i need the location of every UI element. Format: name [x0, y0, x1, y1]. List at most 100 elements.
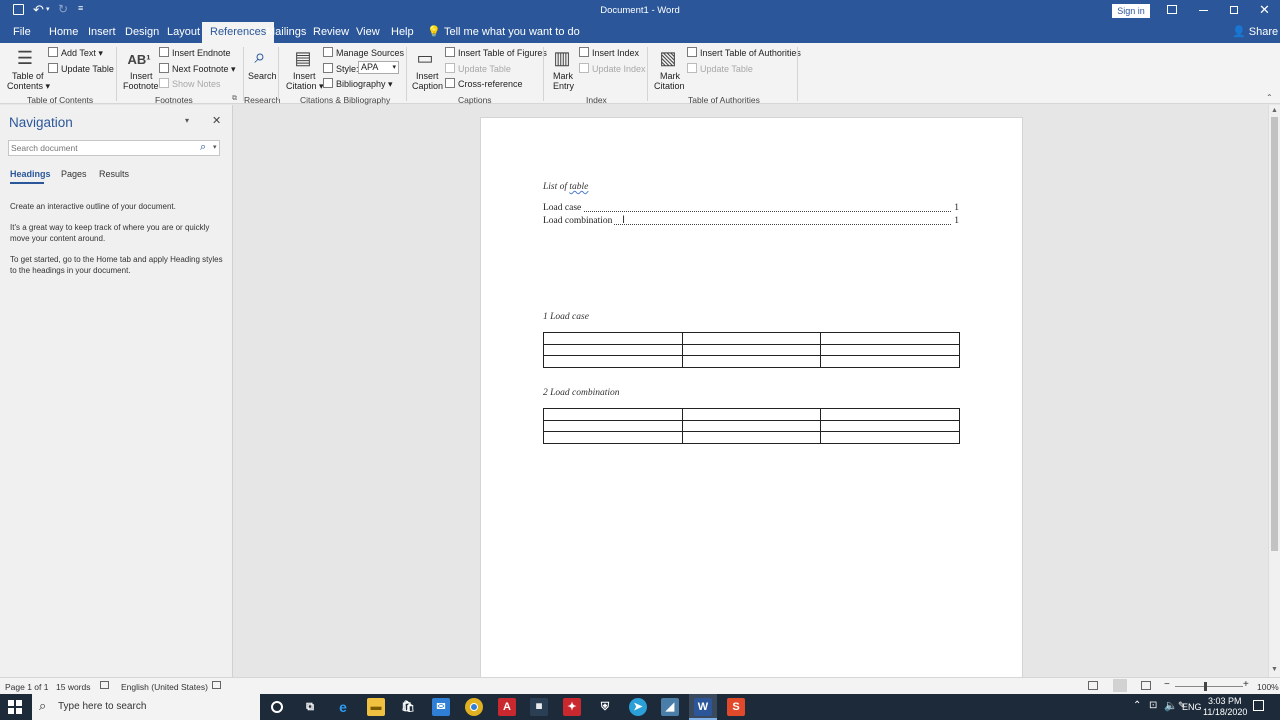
acrobat-icon[interactable]: ✦: [563, 698, 581, 716]
proofing-icon[interactable]: [100, 681, 109, 689]
macro-record-icon[interactable]: [212, 681, 221, 689]
tab-mailings[interactable]: Mailings: [266, 22, 306, 43]
vertical-scrollbar[interactable]: ▲ ▼: [1268, 105, 1280, 677]
insert-caption-label-1[interactable]: Insert: [416, 71, 439, 81]
scroll-down-icon[interactable]: ▼: [1271, 666, 1278, 673]
insert-caption-icon[interactable]: ▭: [412, 47, 438, 69]
windows-start-icon[interactable]: [8, 700, 22, 714]
print-layout-icon[interactable]: [1113, 679, 1127, 692]
close-pane-icon[interactable]: ✕: [212, 114, 221, 127]
document-table-2[interactable]: [543, 408, 960, 444]
mark-entry-icon[interactable]: ▥: [549, 47, 575, 69]
search-document-box[interactable]: ⌕ ▾: [8, 140, 220, 156]
autocad-icon[interactable]: A: [498, 698, 516, 716]
document-page[interactable]: List of table Load case 1 Load combinati…: [480, 117, 1023, 677]
file-explorer-icon[interactable]: ▬: [367, 698, 385, 716]
customize-qat-icon[interactable]: ≡: [78, 3, 83, 13]
insert-endnote-button[interactable]: Insert Endnote: [159, 47, 231, 58]
update-toa-button[interactable]: Update Table: [687, 63, 753, 74]
show-hidden-icons-icon[interactable]: ⌃: [1133, 700, 1141, 711]
insert-citation-icon[interactable]: ▤: [290, 47, 316, 69]
mark-citation-label-2[interactable]: Citation: [654, 81, 685, 91]
language-indicator[interactable]: ENG: [1182, 702, 1202, 712]
mark-citation-label-1[interactable]: Mark: [660, 71, 680, 81]
undo-icon[interactable]: ↶: [33, 2, 44, 18]
clock-date[interactable]: 11/18/2020: [1203, 707, 1247, 717]
zoom-slider[interactable]: [1175, 686, 1243, 687]
search-button-label[interactable]: Search: [248, 71, 277, 81]
update-figures-table-button[interactable]: Update Table: [445, 63, 511, 74]
table-caption-2[interactable]: 2 Load combination: [543, 388, 620, 398]
update-table-button[interactable]: Update Table: [48, 63, 114, 74]
close-window-icon[interactable]: ✕: [1259, 2, 1270, 18]
insert-citation-label-2[interactable]: Citation ▾: [286, 81, 324, 92]
mail-icon[interactable]: ✉: [432, 698, 450, 716]
scroll-up-icon[interactable]: ▲: [1271, 107, 1278, 114]
mark-entry-label-2[interactable]: Entry: [553, 81, 574, 91]
tab-results[interactable]: Results: [99, 169, 129, 179]
tab-view[interactable]: View: [356, 22, 380, 43]
document-table-1[interactable]: [543, 332, 960, 368]
update-index-button[interactable]: Update Index: [579, 63, 646, 74]
collapse-ribbon-icon[interactable]: ⌃: [1266, 93, 1273, 102]
read-mode-icon[interactable]: [1088, 681, 1098, 690]
add-text-button[interactable]: Add Text ▾: [48, 47, 103, 59]
show-notes-button[interactable]: Show Notes: [159, 78, 221, 89]
insert-caption-label-2[interactable]: Caption: [412, 81, 443, 91]
search-options-icon[interactable]: ▾: [213, 143, 217, 151]
zoom-level[interactable]: 100%: [1257, 682, 1279, 692]
store-icon[interactable]: 🛍: [399, 698, 417, 716]
search-icon[interactable]: ⌕: [247, 46, 273, 68]
ribbon-display-options-icon[interactable]: [1167, 5, 1177, 14]
undo-dropdown-icon[interactable]: ▾: [46, 5, 50, 13]
cross-reference-button[interactable]: Cross-reference: [445, 78, 523, 89]
tab-design[interactable]: Design: [125, 22, 159, 43]
manage-sources-button[interactable]: Manage Sources: [323, 47, 404, 58]
word-icon[interactable]: W: [694, 698, 712, 716]
tab-review[interactable]: Review: [313, 22, 349, 43]
mark-entry-label-1[interactable]: Mark: [553, 71, 573, 81]
save-icon[interactable]: [13, 4, 24, 15]
task-view-icon[interactable]: ⧉: [301, 698, 319, 716]
signin-button[interactable]: Sign in: [1112, 4, 1150, 18]
mark-citation-icon[interactable]: ▧: [655, 47, 681, 69]
clock-time[interactable]: 3:03 PM: [1208, 696, 1242, 706]
restore-icon[interactable]: [1230, 6, 1238, 14]
notification-icon[interactable]: [1253, 700, 1264, 711]
calculator-app-icon[interactable]: ▦: [530, 698, 548, 716]
insert-footnote-icon[interactable]: AB¹: [126, 49, 152, 71]
taskbar-search-box[interactable]: ⌕ Type here to search: [32, 694, 260, 720]
page-count[interactable]: Page 1 of 1: [5, 682, 48, 692]
search-icon[interactable]: ⌕: [200, 141, 206, 154]
document-area[interactable]: List of table Load case 1 Load combinati…: [234, 105, 1268, 677]
tab-references[interactable]: References: [202, 22, 275, 43]
redo-icon[interactable]: ↻: [58, 2, 68, 16]
scroll-thumb[interactable]: [1271, 117, 1278, 551]
pane-options-icon[interactable]: ▾: [185, 116, 189, 125]
tab-home[interactable]: Home: [49, 22, 78, 43]
tab-file[interactable]: File: [13, 22, 31, 43]
language-status[interactable]: English (United States): [121, 682, 208, 692]
insert-toa-button[interactable]: Insert Table of Authorities: [687, 47, 801, 58]
minimize-icon[interactable]: [1199, 10, 1208, 11]
slides-app-icon[interactable]: S: [727, 698, 745, 716]
telegram-icon[interactable]: ➤: [629, 698, 647, 716]
insert-table-of-figures-button[interactable]: Insert Table of Figures: [445, 47, 547, 58]
chrome-icon[interactable]: [465, 698, 483, 716]
tab-pages[interactable]: Pages: [61, 169, 87, 179]
insert-footnote-label-1[interactable]: Insert: [130, 71, 153, 81]
table-caption-1[interactable]: 1 Load case: [543, 312, 589, 322]
toc-entry[interactable]: Load combination 1: [543, 216, 959, 228]
tab-headings[interactable]: Headings: [10, 169, 51, 179]
insert-footnote-label-2[interactable]: Footnote: [123, 81, 159, 91]
web-layout-icon[interactable]: [1141, 681, 1151, 690]
word-count[interactable]: 15 words: [56, 682, 91, 692]
footnotes-dialog-launcher-icon[interactable]: ⧉: [232, 95, 237, 103]
next-footnote-button[interactable]: Next Footnote ▾: [159, 63, 236, 75]
volume-icon[interactable]: 🔈: [1164, 699, 1178, 712]
tab-insert[interactable]: Insert: [88, 22, 116, 43]
search-input[interactable]: [11, 142, 191, 154]
share-button[interactable]: 👤 Share: [1232, 22, 1278, 43]
zoom-out-icon[interactable]: −: [1164, 679, 1170, 690]
cortana-icon[interactable]: [271, 701, 283, 713]
